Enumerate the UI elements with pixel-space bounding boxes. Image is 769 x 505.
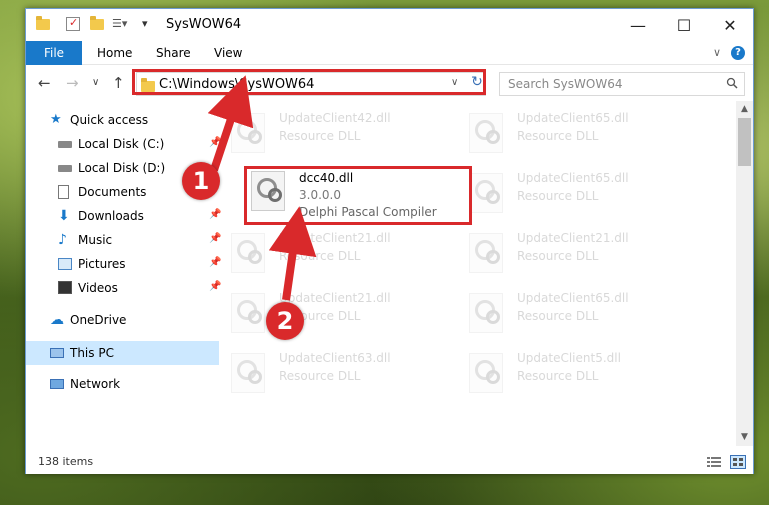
item-count: 138 items xyxy=(38,455,94,468)
file-item[interactable]: UpdateClient5.dll Resource DLL xyxy=(459,345,679,395)
window-title: SysWOW64 xyxy=(166,17,242,32)
search-placeholder: Search SysWOW64 xyxy=(508,77,623,91)
pin-icon[interactable]: 📌 xyxy=(209,257,221,268)
large-icons-view-icon[interactable] xyxy=(730,455,746,469)
maximize-button[interactable]: ☐ xyxy=(661,9,707,41)
onedrive-icon: ☁ xyxy=(50,312,64,328)
search-icon[interactable] xyxy=(726,77,738,89)
network-icon xyxy=(50,379,64,389)
file-item[interactable]: UpdateClient21.dll Resource DLL xyxy=(221,285,441,335)
search-input[interactable]: Search SysWOW64 xyxy=(499,72,745,96)
customize-quick-access-icon[interactable]: ☰▾ xyxy=(112,17,127,31)
dll-file-icon xyxy=(231,353,265,393)
back-icon[interactable]: ← xyxy=(38,74,51,92)
downloads-icon: ⬇ xyxy=(58,208,70,224)
scroll-down-icon[interactable]: ▼ xyxy=(736,429,753,446)
videos-icon xyxy=(58,281,72,294)
drive-icon xyxy=(58,165,72,172)
close-button[interactable]: ✕ xyxy=(707,9,753,41)
file-item[interactable]: UpdateClient21.dll Resource DLL xyxy=(221,225,441,275)
scroll-up-icon[interactable]: ▲ xyxy=(736,101,753,118)
title-bar: ✓ ☰▾ ▾ SysWOW64 — ☐ ✕ xyxy=(26,9,753,41)
dll-file-icon xyxy=(469,293,503,333)
quick-access-dropdown-icon[interactable]: ▾ xyxy=(142,17,156,31)
address-bar-highlight xyxy=(132,69,486,95)
forward-icon[interactable]: → xyxy=(66,74,79,92)
vertical-scrollbar[interactable]: ▲ ▼ xyxy=(736,101,753,446)
file-item[interactable]: UpdateClient65.dll Resource DLL xyxy=(459,105,679,155)
dll-file-icon xyxy=(469,113,503,153)
scroll-thumb[interactable] xyxy=(738,118,751,166)
pin-icon[interactable]: 📌 xyxy=(209,209,221,220)
tab-share[interactable]: Share xyxy=(156,41,191,65)
drive-icon xyxy=(58,141,72,148)
tab-home[interactable]: Home xyxy=(97,41,132,65)
navigation-pane: ★ Quick access Local Disk (C:) 📌 Local D… xyxy=(26,101,221,446)
file-item[interactable]: UpdateClient65.dll Resource DLL xyxy=(459,285,679,335)
file-highlight xyxy=(244,166,472,225)
expand-ribbon-icon[interactable]: ∨ xyxy=(713,46,721,59)
pin-icon[interactable]: 📌 xyxy=(209,137,221,148)
star-icon: ★ xyxy=(50,112,62,127)
up-icon[interactable]: ↑ xyxy=(112,74,125,92)
minimize-button[interactable]: — xyxy=(615,9,661,41)
recent-locations-icon[interactable]: ∨ xyxy=(92,77,99,88)
file-item[interactable]: UpdateClient65.dll Resource DLL xyxy=(459,165,679,215)
dll-file-icon xyxy=(231,113,265,153)
dll-file-icon xyxy=(469,353,503,393)
details-view-icon[interactable] xyxy=(706,455,722,469)
pictures-icon xyxy=(58,258,72,270)
dll-file-icon xyxy=(231,293,265,333)
pin-icon[interactable]: 📌 xyxy=(209,233,221,244)
file-list: UpdateClient42.dll Resource DLL UpdateCl… xyxy=(221,101,736,446)
file-item[interactable]: UpdateClient42.dll Resource DLL xyxy=(221,105,441,155)
dll-file-icon xyxy=(469,173,503,213)
status-bar: 138 items xyxy=(26,450,753,474)
properties-icon[interactable]: ✓ xyxy=(66,16,80,31)
help-icon[interactable]: ? xyxy=(731,46,745,60)
new-folder-icon[interactable] xyxy=(90,16,104,31)
file-item[interactable]: UpdateClient21.dll Resource DLL xyxy=(459,225,679,275)
computer-icon xyxy=(50,348,64,358)
file-item[interactable]: UpdateClient63.dll Resource DLL xyxy=(221,345,441,395)
documents-icon xyxy=(58,185,69,199)
ribbon-tabs: File Home Share View ∨ ? xyxy=(26,41,753,65)
dll-file-icon xyxy=(231,233,265,273)
step-1-badge: 1 xyxy=(182,162,220,200)
tab-file[interactable]: File xyxy=(26,41,82,65)
folder-icon xyxy=(36,16,50,31)
tab-view[interactable]: View xyxy=(214,41,242,65)
step-2-badge: 2 xyxy=(266,302,304,340)
music-icon: ♪ xyxy=(58,232,67,248)
dll-file-icon xyxy=(469,233,503,273)
pin-icon[interactable]: 📌 xyxy=(209,281,221,292)
